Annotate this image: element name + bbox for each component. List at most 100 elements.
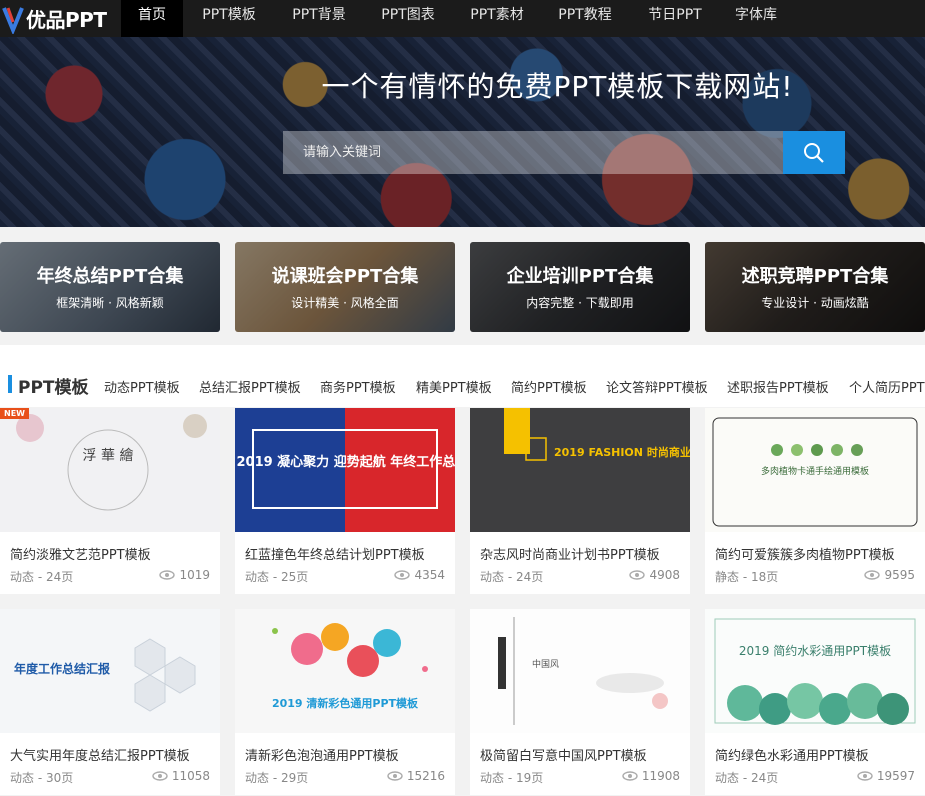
card-title[interactable]: 杂志风时尚商业计划书PPT模板 bbox=[480, 544, 660, 563]
site-logo[interactable]: 优品PPT bbox=[0, 0, 118, 37]
card-meta: 动态 - 29页 bbox=[245, 771, 309, 785]
eye-icon bbox=[387, 771, 403, 781]
logo-mark-icon bbox=[2, 6, 24, 34]
section-header: PPT模板 动态PPT模板 总结汇报PPT模板 商务PPT模板 精美PPT模板 … bbox=[0, 345, 925, 407]
collection-subtitle: 框架清晰 · 风格新颖 bbox=[56, 296, 164, 310]
nav-item-holiday-ppt[interactable]: 节日PPT bbox=[636, 0, 714, 37]
template-thumbnail: 2019 简约水彩通用PPT模板 bbox=[705, 609, 925, 733]
thumb-text: 浮 華 繪 bbox=[83, 447, 134, 464]
search-icon bbox=[804, 142, 824, 163]
section-link-exquisite[interactable]: 精美PPT模板 bbox=[416, 377, 492, 396]
template-card[interactable]: NEW 浮 華 繪 简约淡雅文艺范PPT模板 动态 - 24页 1019 bbox=[0, 408, 220, 594]
eye-icon bbox=[629, 570, 646, 580]
collection-class-lesson[interactable]: 说课班会PPT合集 设计精美 · 风格全面 bbox=[235, 242, 455, 332]
nav-item-ppt-backgrounds[interactable]: PPT背景 bbox=[280, 0, 358, 37]
section-link-resume[interactable]: 个人简历PPT bbox=[849, 377, 925, 396]
template-card[interactable]: 2019 简约水彩通用PPT模板 简约绿色水彩通用PPT模板 动态 - 24页 … bbox=[705, 609, 925, 795]
eye-icon bbox=[622, 771, 638, 781]
thumb-graphic: 2019 清新彩色通用PPT模板 bbox=[272, 623, 428, 710]
template-thumbnail: 2019 FASHION 时尚商业计划书PPT bbox=[470, 408, 690, 532]
search-input[interactable]: 请输入关键词 bbox=[283, 131, 783, 174]
hero-banner: 一个有情怀的免费PPT模板下载网站! 请输入关键词 bbox=[0, 37, 925, 227]
thumb-graphic: 年度工作总结汇报 bbox=[14, 638, 196, 712]
collection-subtitle: 设计精美 · 风格全面 bbox=[291, 296, 399, 310]
view-count: 15216 bbox=[387, 769, 445, 783]
search-button[interactable] bbox=[783, 131, 845, 174]
thumb-text: 2019 清新彩色通用PPT模板 bbox=[272, 696, 419, 710]
eye-icon bbox=[857, 771, 873, 781]
view-count-value: 1019 bbox=[179, 568, 210, 582]
section-accent-bar bbox=[8, 375, 12, 393]
thumb-graphic: 2019 简约水彩通用PPT模板 bbox=[714, 618, 916, 725]
eye-icon bbox=[394, 570, 411, 580]
view-count-value: 11908 bbox=[641, 769, 680, 783]
template-card[interactable]: 2019 清新彩色通用PPT模板 清新彩色泡泡通用PPT模板 动态 - 29页 … bbox=[235, 609, 455, 795]
section-link-job-report[interactable]: 述职报告PPT模板 bbox=[727, 377, 829, 396]
thumb-graphic: 中国风 bbox=[498, 617, 668, 725]
template-card[interactable]: 2019 FASHION 时尚商业计划书PPT 杂志风时尚商业计划书PPT模板 … bbox=[470, 408, 690, 594]
nav-item-ppt-tutorials[interactable]: PPT教程 bbox=[546, 0, 624, 37]
collection-year-end[interactable]: 年终总结PPT合集 框架清晰 · 风格新颖 bbox=[0, 242, 220, 332]
card-title[interactable]: 简约可爱簇簇多肉植物PPT模板 bbox=[715, 544, 895, 563]
card-meta: 动态 - 24页 bbox=[10, 570, 74, 584]
card-title[interactable]: 简约绿色水彩通用PPT模板 bbox=[715, 745, 869, 764]
nav-item-ppt-templates[interactable]: PPT模板 bbox=[190, 0, 268, 37]
thumb-graphic: 浮 華 繪 bbox=[16, 414, 207, 511]
card-title[interactable]: 红蓝撞色年终总结计划PPT模板 bbox=[245, 544, 425, 563]
view-count: 4908 bbox=[629, 568, 680, 582]
hero-title: 一个有情怀的免费PPT模板下载网站! bbox=[321, 70, 794, 103]
collection-subtitle: 专业设计 · 动画炫酷 bbox=[761, 296, 869, 310]
view-count-value: 4908 bbox=[649, 568, 680, 582]
thumb-text: 2018 2019 凝心聚力 迎势起航 年终工作总结计划 bbox=[235, 454, 455, 470]
collection-title: 年终总结PPT合集 bbox=[36, 266, 184, 287]
section-link-simple[interactable]: 简约PPT模板 bbox=[511, 377, 587, 396]
new-badge: NEW bbox=[0, 408, 29, 419]
view-count-value: 15216 bbox=[406, 769, 445, 783]
section-link-business[interactable]: 商务PPT模板 bbox=[320, 377, 396, 396]
card-meta: 动态 - 24页 bbox=[480, 570, 544, 584]
template-card[interactable]: 2018 2019 凝心聚力 迎势起航 年终工作总结计划 红蓝撞色年终总结计划P… bbox=[235, 408, 455, 594]
collection-title: 说课班会PPT合集 bbox=[271, 266, 419, 287]
card-meta: 动态 - 24页 bbox=[715, 771, 779, 785]
thumb-text: 多肉植物卡通手绘通用模板 bbox=[761, 465, 869, 477]
view-count: 9595 bbox=[864, 568, 915, 582]
card-title[interactable]: 清新彩色泡泡通用PPT模板 bbox=[245, 745, 399, 764]
section-link-dynamic[interactable]: 动态PPT模板 bbox=[104, 377, 180, 396]
nav-item-home[interactable]: 首页 bbox=[121, 0, 183, 37]
card-title[interactable]: 大气实用年度总结汇报PPT模板 bbox=[10, 745, 190, 764]
collection-job-report[interactable]: 述职竞聘PPT合集 专业设计 · 动画炫酷 bbox=[705, 242, 925, 332]
eye-icon bbox=[152, 771, 168, 781]
thumb-text: 年度工作总结汇报 bbox=[14, 661, 110, 676]
collection-corporate-training[interactable]: 企业培训PPT合集 内容完整 · 下载即用 bbox=[470, 242, 690, 332]
view-count: 19597 bbox=[857, 769, 915, 783]
section-link-thesis[interactable]: 论文答辩PPT模板 bbox=[606, 377, 708, 396]
card-title[interactable]: 极简留白写意中国风PPT模板 bbox=[480, 745, 647, 764]
eye-icon bbox=[864, 570, 881, 580]
nav-item-ppt-materials[interactable]: PPT素材 bbox=[458, 0, 536, 37]
card-meta: 动态 - 30页 bbox=[10, 771, 74, 785]
logo-text: 优品PPT bbox=[26, 8, 107, 32]
view-count: 11058 bbox=[152, 769, 210, 783]
view-count-value: 4354 bbox=[414, 568, 445, 582]
nav-item-ppt-charts[interactable]: PPT图表 bbox=[369, 0, 447, 37]
template-thumbnail: 中国风 bbox=[470, 609, 690, 733]
view-count-value: 11058 bbox=[171, 769, 210, 783]
section-link-summary[interactable]: 总结汇报PPT模板 bbox=[199, 377, 301, 396]
section-title: PPT模板 bbox=[18, 378, 89, 398]
template-card[interactable]: 年度工作总结汇报 大气实用年度总结汇报PPT模板 动态 - 30页 11058 bbox=[0, 609, 220, 795]
template-thumbnail: 浮 華 繪 bbox=[0, 408, 220, 532]
collection-subtitle: 内容完整 · 下载即用 bbox=[526, 296, 634, 310]
view-count-value: 9595 bbox=[884, 568, 915, 582]
template-card[interactable]: 多肉植物卡通手绘通用模板 简约可爱簇簇多肉植物PPT模板 静态 - 18页 95… bbox=[705, 408, 925, 594]
card-title[interactable]: 简约淡雅文艺范PPT模板 bbox=[10, 544, 151, 563]
template-card[interactable]: 中国风 极简留白写意中国风PPT模板 动态 - 19页 11908 bbox=[470, 609, 690, 795]
template-thumbnail: 2019 清新彩色通用PPT模板 bbox=[235, 609, 455, 733]
top-nav: 优品PPT 首页 PPT模板 PPT背景 PPT图表 PPT素材 PPT教程 节… bbox=[0, 0, 925, 37]
nav-item-fonts[interactable]: 字体库 bbox=[725, 0, 787, 37]
view-count: 11908 bbox=[622, 769, 680, 783]
template-thumbnail: 多肉植物卡通手绘通用模板 bbox=[705, 408, 925, 532]
card-meta: 静态 - 18页 bbox=[715, 570, 779, 584]
thumb-text: 2019 FASHION 时尚商业计划书PPT bbox=[554, 445, 690, 459]
thumb-graphic: 多肉植物卡通手绘通用模板 bbox=[712, 417, 918, 527]
card-meta: 动态 - 19页 bbox=[480, 771, 544, 785]
